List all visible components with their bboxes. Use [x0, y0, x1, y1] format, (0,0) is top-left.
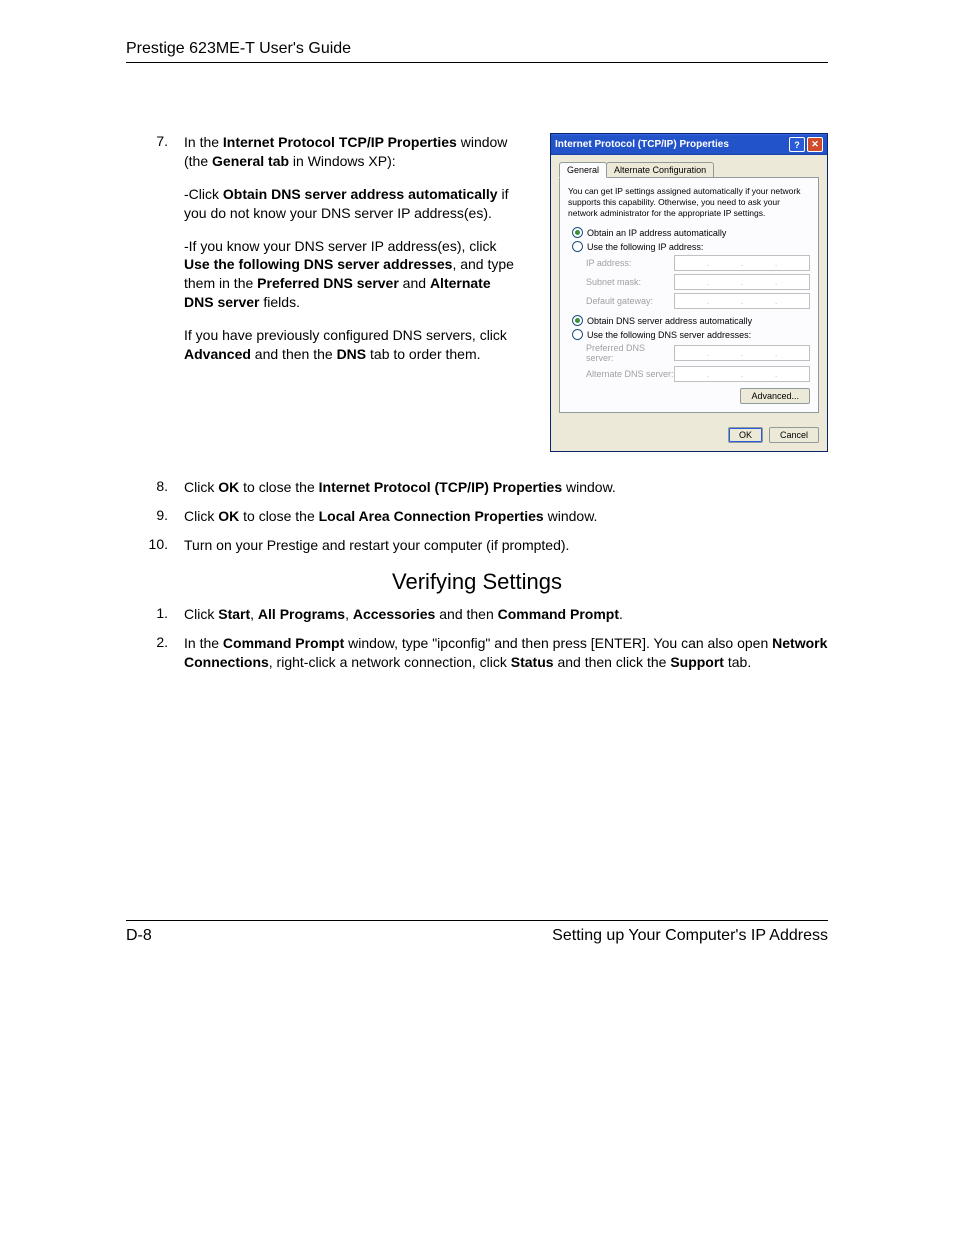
- header-title: Prestige 623ME-T User's Guide: [126, 40, 351, 57]
- tab-alternate-configuration[interactable]: Alternate Configuration: [606, 162, 714, 178]
- page-header: Prestige 623ME-T User's Guide: [126, 40, 828, 63]
- step-7-p4: If you have previously configured DNS se…: [184, 326, 520, 364]
- section-title-verifying: Verifying Settings: [126, 569, 828, 595]
- step-number: 10.: [126, 536, 184, 555]
- step-number: 8.: [126, 478, 184, 497]
- page-footer: D-8 Setting up Your Computer's IP Addres…: [126, 920, 828, 945]
- default-gateway-field: ...: [674, 293, 810, 309]
- radio-obtain-ip-auto[interactable]: Obtain an IP address automatically: [572, 227, 810, 238]
- alternate-dns-field: ...: [674, 366, 810, 382]
- step-7-p2: -Click Obtain DNS server address automat…: [184, 185, 520, 223]
- radio-obtain-dns-auto[interactable]: Obtain DNS server address automatically: [572, 315, 810, 326]
- step-7-p1: In the Internet Protocol TCP/IP Properti…: [184, 133, 520, 171]
- verify-step-1: 1. Click Start, All Programs, Accessorie…: [126, 605, 828, 624]
- label-default-gateway: Default gateway:: [586, 296, 674, 306]
- footer-page-number: D-8: [126, 927, 152, 945]
- step-number: 7.: [126, 133, 184, 364]
- step-7: 7. In the Internet Protocol TCP/IP Prope…: [126, 133, 520, 364]
- help-icon[interactable]: ?: [789, 137, 805, 152]
- step-number: 2.: [126, 634, 184, 672]
- subnet-mask-field: ...: [674, 274, 810, 290]
- radio-icon: [572, 227, 583, 238]
- radio-use-following-dns[interactable]: Use the following DNS server addresses:: [572, 329, 810, 340]
- dialog-title: Internet Protocol (TCP/IP) Properties: [555, 139, 787, 150]
- advanced-button[interactable]: Advanced...: [740, 388, 810, 404]
- dialog-description: You can get IP settings assigned automat…: [568, 186, 810, 219]
- tab-general[interactable]: General: [559, 162, 607, 178]
- label-alternate-dns: Alternate DNS server:: [586, 369, 674, 379]
- preferred-dns-field: ...: [674, 345, 810, 361]
- dialog-titlebar[interactable]: Internet Protocol (TCP/IP) Properties ? …: [551, 134, 827, 155]
- step-9: 9. Click OK to close the Local Area Conn…: [126, 507, 828, 526]
- radio-icon: [572, 241, 583, 252]
- cancel-button[interactable]: Cancel: [769, 427, 819, 443]
- radio-use-following-ip[interactable]: Use the following IP address:: [572, 241, 810, 252]
- step-number: 1.: [126, 605, 184, 624]
- tab-panel-general: You can get IP settings assigned automat…: [559, 177, 819, 413]
- step-8: 8. Click OK to close the Internet Protoc…: [126, 478, 828, 497]
- radio-icon: [572, 329, 583, 340]
- tcpip-properties-dialog: Internet Protocol (TCP/IP) Properties ? …: [550, 133, 828, 452]
- close-icon[interactable]: ✕: [807, 137, 823, 152]
- verify-step-2: 2. In the Command Prompt window, type "i…: [126, 634, 828, 672]
- step-10: 10. Turn on your Prestige and restart yo…: [126, 536, 828, 555]
- label-subnet-mask: Subnet mask:: [586, 277, 674, 287]
- radio-icon: [572, 315, 583, 326]
- ok-button[interactable]: OK: [728, 427, 763, 443]
- footer-section-title: Setting up Your Computer's IP Address: [552, 927, 828, 945]
- label-ip-address: IP address:: [586, 258, 674, 268]
- step-7-p3: -If you know your DNS server IP address(…: [184, 237, 520, 313]
- step-number: 9.: [126, 507, 184, 526]
- ip-address-field: ...: [674, 255, 810, 271]
- label-preferred-dns: Preferred DNS server:: [586, 343, 674, 363]
